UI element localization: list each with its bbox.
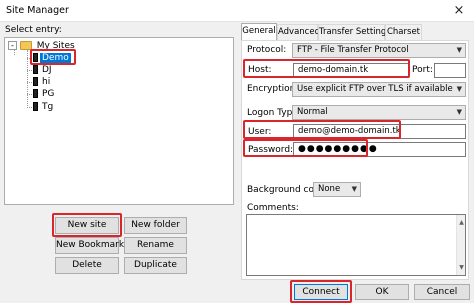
tab-advanced[interactable]: Advanced [277,24,320,41]
cancel-button[interactable]: Cancel [414,284,470,300]
tab-general[interactable]: General [241,23,277,41]
password-highlight [243,139,368,157]
chevron-down-icon: ▼ [456,108,462,116]
scroll-down-icon[interactable]: ▼ [457,261,465,274]
new-site-highlight [52,213,122,237]
scroll-up-icon[interactable]: ▲ [457,216,465,229]
ok-button[interactable]: OK [355,284,409,300]
chevron-down-icon: ▼ [456,85,462,93]
connect-highlight [290,280,352,303]
user-highlight [243,120,401,139]
rename-button[interactable]: Rename [124,237,187,254]
port-label: Port: [412,65,433,75]
background-color-value: None [318,184,341,194]
comments-textarea[interactable]: ▲ ▼ [246,214,466,276]
tree-item-site[interactable]: hi [33,76,52,88]
tree-item-label: Tg [42,102,54,112]
tree-item-label: PG [42,89,55,99]
logon-type-value: Normal [297,107,328,117]
collapse-toggle-icon[interactable]: - [8,41,17,50]
tree-item-label: hi [42,77,51,87]
port-input[interactable] [434,63,466,78]
encryption-value: Use explicit FTP over TLS if available [297,84,453,94]
duplicate-button[interactable]: Duplicate [124,257,187,274]
encryption-select[interactable]: Use explicit FTP over TLS if available ▼ [292,82,466,97]
selected-site-highlight [30,49,76,65]
select-entry-label: Select entry: [5,25,62,35]
new-bookmark-button[interactable]: New Bookmark [55,237,124,254]
host-highlight [243,59,410,78]
server-icon [33,102,38,111]
tree-item-label: DJ [42,65,52,75]
protocol-label: Protocol: [247,45,287,55]
server-icon [33,77,38,86]
delete-button[interactable]: Delete [55,257,119,274]
close-icon[interactable]: × [444,0,474,22]
server-icon [33,65,38,74]
tab-transfer-settings[interactable]: Transfer Settings [318,24,391,41]
tree-item-site[interactable]: Tg [33,101,55,113]
protocol-value: FTP - File Transfer Protocol [297,45,409,55]
chevron-down-icon: ▼ [456,46,462,54]
new-folder-button[interactable]: New folder [124,217,187,234]
protocol-select[interactable]: FTP - File Transfer Protocol ▼ [292,43,466,58]
comments-label: Comments: [247,203,299,213]
title-bar: Site Manager × [0,0,474,22]
tree-item-site[interactable]: DJ [33,64,54,76]
chevron-down-icon: ▼ [351,185,357,193]
logon-type-select[interactable]: Normal ▼ [292,105,466,120]
window-title: Site Manager [6,5,69,16]
tab-charset[interactable]: Charset [385,24,422,41]
comments-scrollbar[interactable]: ▲ ▼ [456,215,465,275]
encryption-label: Encryption: [247,84,299,94]
tree-item-site[interactable]: PG [33,88,56,100]
background-color-select[interactable]: None ▼ [313,182,361,197]
server-icon [33,89,38,98]
